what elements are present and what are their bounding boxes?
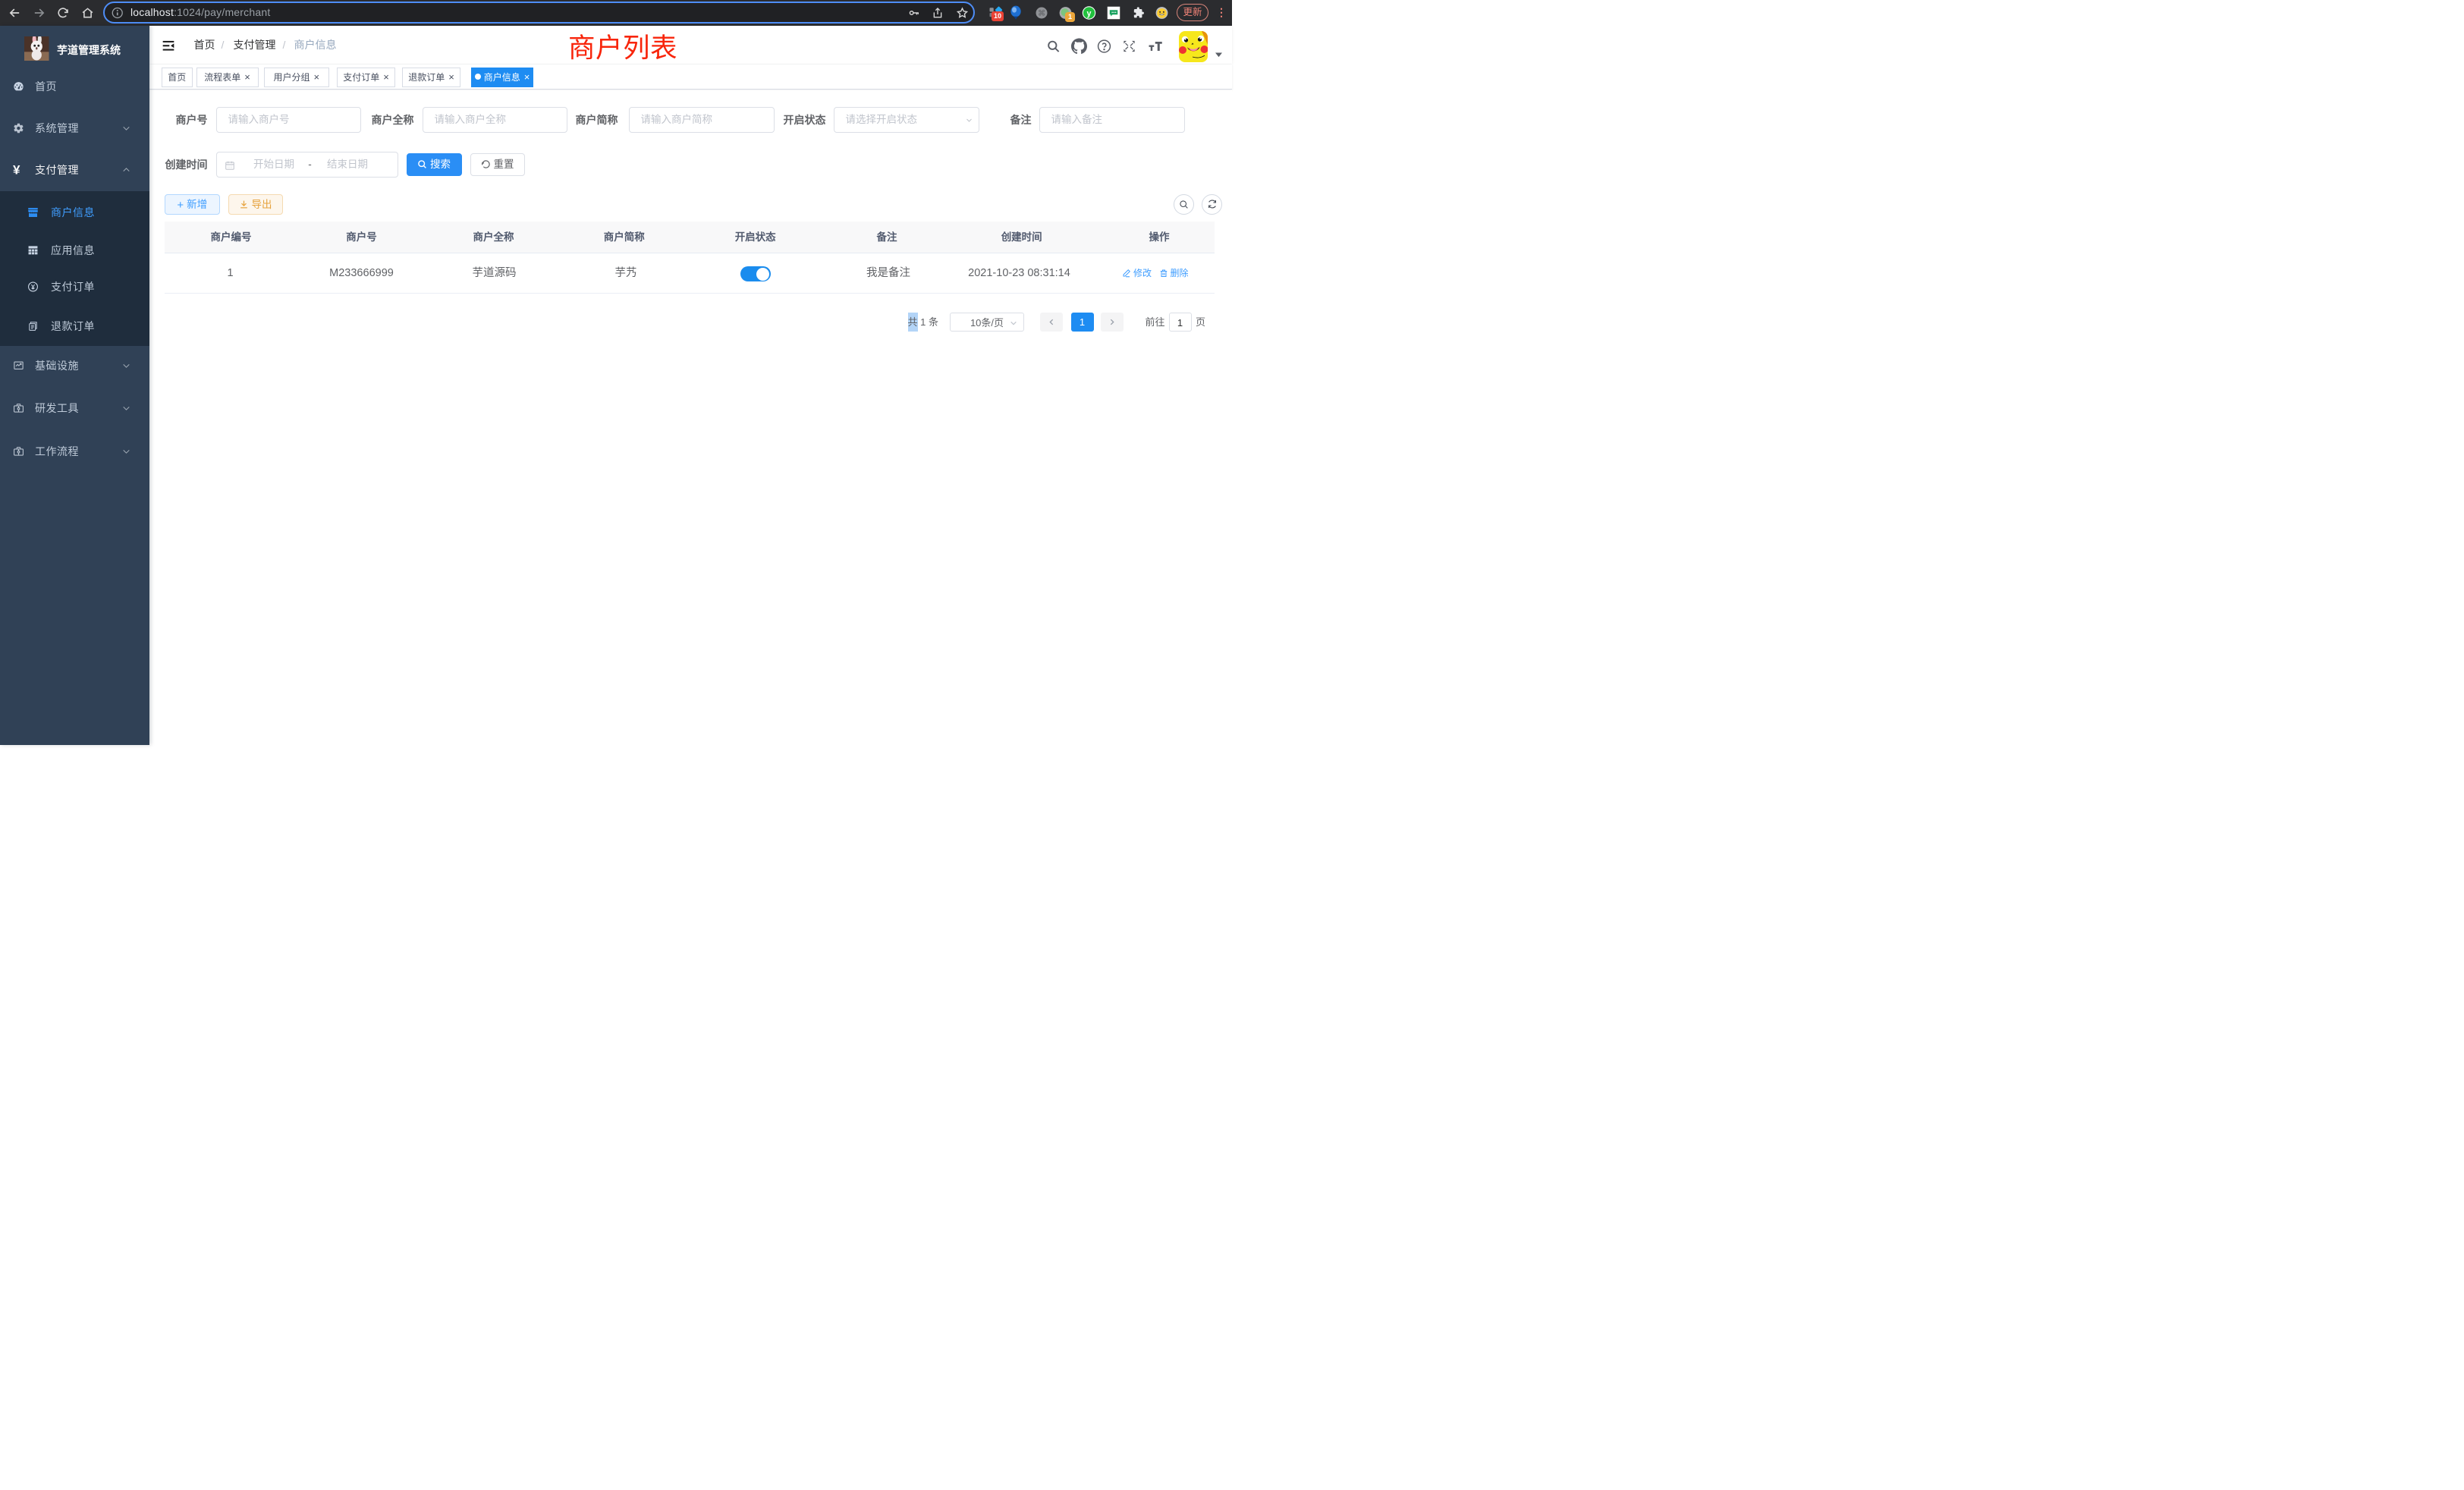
svg-text:⌘: ⌘ (1038, 9, 1045, 17)
svg-text:y: y (1087, 9, 1092, 18)
